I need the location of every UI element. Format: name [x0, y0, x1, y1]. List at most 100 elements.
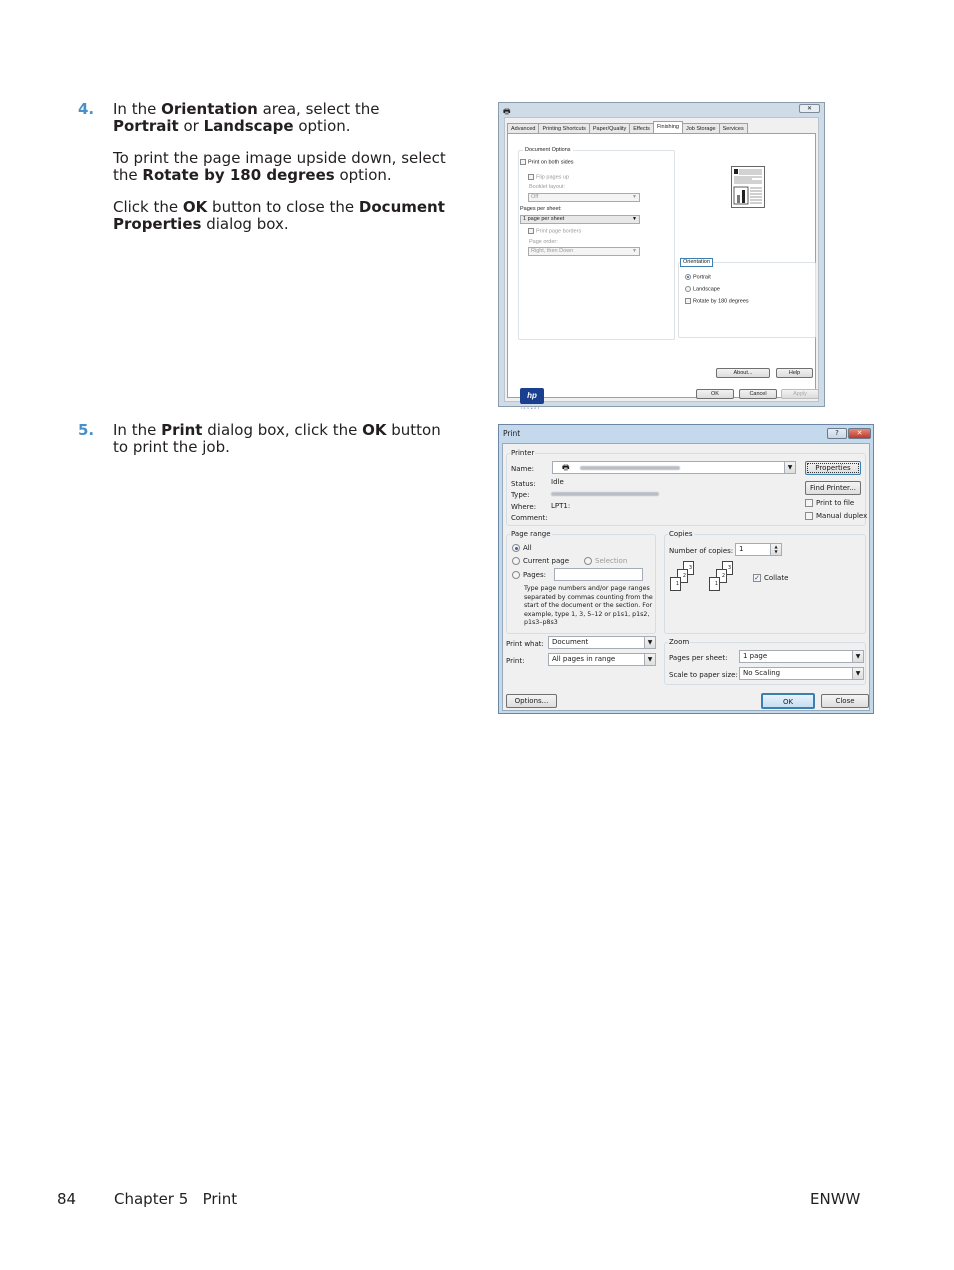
- dialog-body: Advanced Printing Shortcuts Paper/Qualit…: [504, 117, 819, 410]
- document-properties-dialog: 🖶 ✕ Advanced Printing Shortcuts Paper/Qu…: [498, 102, 825, 410]
- properties-button[interactable]: Properties: [805, 461, 861, 475]
- spinner-arrows-icon: ▲ ▼: [770, 544, 781, 555]
- printer-name-select[interactable]: 🖶 ▼: [552, 461, 796, 474]
- cancel-button[interactable]: Cancel: [739, 389, 777, 399]
- step-paragraph: In the Print dialog box, click the OK bu…: [113, 421, 441, 456]
- title-bar: 🖶 ✕: [499, 103, 824, 117]
- scale-label: Scale to paper size:: [669, 671, 738, 679]
- chevron-down-icon: ▼: [632, 194, 637, 200]
- print-label: Print:: [506, 657, 525, 665]
- chevron-down-icon: ▼: [644, 637, 655, 648]
- chevron-down-icon: ▼: [644, 654, 655, 665]
- chevron-down-icon: ▼: [632, 216, 637, 222]
- tab-advanced[interactable]: Advanced: [507, 123, 540, 133]
- tab-finishing[interactable]: Finishing: [652, 121, 683, 133]
- hp-logo: hp: [520, 388, 544, 404]
- emphasis-term: Document Properties: [113, 198, 445, 233]
- checkbox-icon: [520, 159, 526, 165]
- checkbox-icon: [805, 512, 813, 520]
- range-help-text: Type page numbers and/or page ranges sep…: [524, 585, 653, 626]
- landscape-radio[interactable]: Landscape: [685, 286, 720, 292]
- pages-per-sheet-select[interactable]: 1 page per sheet ▼: [520, 215, 640, 224]
- booklet-layout-select[interactable]: Off ▼: [528, 193, 640, 202]
- step-number: 4.: [78, 100, 95, 118]
- type-value-redacted: [551, 490, 659, 498]
- group-label: Page range: [510, 530, 552, 538]
- print-to-file-checkbox[interactable]: Print to file: [805, 499, 854, 507]
- page-order-label: Page order:: [529, 239, 558, 245]
- portrait-radio[interactable]: Portrait: [685, 274, 711, 280]
- orientation-label: Orientation: [680, 258, 713, 267]
- tab-paper-quality[interactable]: Paper/Quality: [588, 123, 631, 133]
- find-printer-button[interactable]: Find Printer...: [805, 481, 861, 495]
- radio-icon: [685, 286, 691, 292]
- range-all-radio[interactable]: All: [512, 544, 532, 552]
- step-number: 5.: [78, 421, 95, 439]
- status-value: Idle: [551, 478, 564, 486]
- page-preview-image: [731, 166, 765, 208]
- chevron-down-icon: ▼: [632, 248, 637, 254]
- radio-icon: [512, 571, 520, 579]
- group-label: Printer: [510, 449, 536, 457]
- tab-effects[interactable]: Effects: [629, 123, 654, 133]
- print-both-sides-checkbox[interactable]: Print on both sides: [520, 159, 574, 165]
- status-label: Status:: [511, 480, 536, 488]
- emphasis-term: OK: [362, 421, 387, 439]
- zoom-pages-per-sheet-select[interactable]: 1 page ▼: [739, 650, 864, 663]
- about-button[interactable]: About...: [716, 368, 770, 378]
- checkbox-checked-icon: ✓: [753, 574, 761, 582]
- step-paragraph: Click the OK button to close the Documen…: [113, 198, 445, 233]
- step-paragraph: To print the page image upside down, sel…: [113, 149, 446, 184]
- close-button[interactable]: ✕: [848, 428, 871, 439]
- printer-icon: 🖶: [562, 463, 570, 472]
- tab-job-storage[interactable]: Job Storage: [681, 123, 720, 133]
- emphasis-term: Rotate by 180 degrees: [142, 166, 335, 184]
- printer-name-value-redacted: [579, 466, 680, 470]
- group-label: Copies: [668, 530, 694, 538]
- comment-label: Comment:: [511, 514, 548, 522]
- pages-per-sheet-label: Pages per sheet:: [520, 206, 562, 212]
- close-button-bottom[interactable]: Close: [821, 694, 869, 708]
- pages-input[interactable]: [554, 568, 643, 581]
- collate-checkbox[interactable]: ✓ Collate: [753, 574, 788, 582]
- ok-button[interactable]: OK: [696, 389, 734, 399]
- step-4: 4. In the Orientation area, select the P…: [78, 101, 448, 248]
- checkbox-icon: [805, 499, 813, 507]
- close-button[interactable]: ✕: [799, 104, 820, 113]
- range-selection-radio[interactable]: Selection: [584, 557, 627, 565]
- rotate-180-checkbox[interactable]: Rotate by 180 degrees: [685, 298, 749, 304]
- tab-services[interactable]: Services: [718, 123, 748, 133]
- checkbox-icon: [528, 174, 534, 180]
- flip-pages-up-checkbox[interactable]: Flip pages up: [528, 174, 569, 180]
- radio-selected-icon: [512, 544, 520, 552]
- manual-duplex-checkbox[interactable]: Manual duplex: [805, 512, 867, 520]
- step-body: In the Orientation area, select the Port…: [113, 101, 448, 233]
- apply-button[interactable]: Apply: [781, 389, 819, 399]
- page-order-select[interactable]: Right, then Down ▼: [528, 247, 640, 256]
- print-what-select[interactable]: Document ▼: [548, 636, 656, 649]
- tab-printing-shortcuts[interactable]: Printing Shortcuts: [538, 123, 590, 133]
- range-pages-radio[interactable]: Pages:: [512, 571, 546, 579]
- step-body: In the Print dialog box, click the OK bu…: [113, 422, 448, 456]
- chevron-down-icon: ▼: [852, 651, 863, 662]
- group-label: Document Options: [523, 147, 573, 153]
- dialog-body: Printer Name: 🖶 ▼ Properties Status: Idl…: [502, 443, 870, 711]
- print-select[interactable]: All pages in range ▼: [548, 653, 656, 666]
- dialog-title: Print: [503, 429, 521, 438]
- copies-spinner[interactable]: 1 ▲ ▼: [735, 543, 782, 556]
- chevron-down-icon: ▼: [852, 668, 863, 679]
- options-button[interactable]: Options...: [506, 694, 557, 708]
- help-button[interactable]: ?: [827, 428, 847, 439]
- checkbox-icon: [685, 298, 691, 304]
- ok-button[interactable]: OK: [761, 693, 815, 709]
- print-page-borders-checkbox[interactable]: Print page borders: [528, 228, 581, 234]
- help-button[interactable]: Help: [776, 368, 813, 378]
- name-label: Name:: [511, 465, 535, 473]
- scale-select[interactable]: No Scaling ▼: [739, 667, 864, 680]
- emphasis-term: Landscape: [203, 117, 294, 135]
- step-paragraph: In the Orientation area, select the Port…: [113, 100, 380, 135]
- chevron-down-icon: ▼: [784, 462, 795, 473]
- range-current-page-radio[interactable]: Current page: [512, 557, 569, 565]
- emphasis-term: Orientation: [161, 100, 258, 118]
- radio-icon: [584, 557, 592, 565]
